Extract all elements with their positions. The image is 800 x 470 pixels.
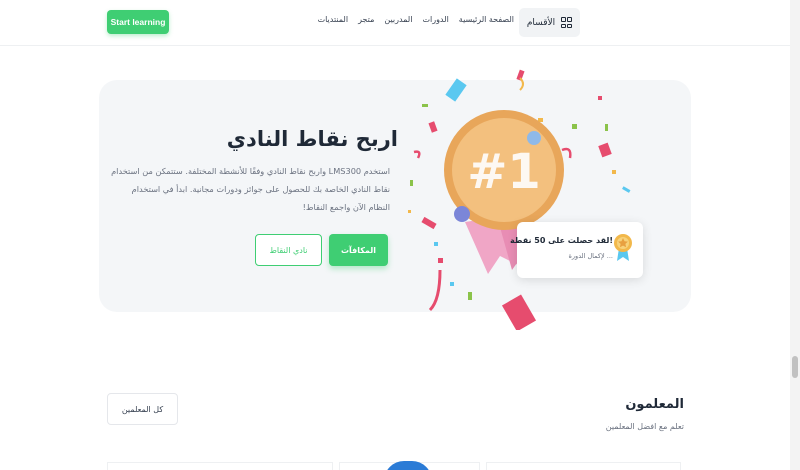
confetti-piece — [598, 96, 602, 100]
confetti-piece — [434, 242, 438, 246]
categories-button[interactable]: الأقسام — [519, 8, 580, 37]
confetti-piece — [422, 104, 428, 107]
confetti-piece — [572, 124, 577, 129]
teachers-title: المعلمون — [625, 397, 684, 412]
nav-courses[interactable]: الدورات — [422, 15, 448, 24]
confetti-piece — [501, 294, 537, 330]
confetti-piece — [605, 124, 608, 131]
nav-instructors[interactable]: المدربين — [384, 15, 412, 24]
confetti-piece — [428, 121, 438, 133]
all-teachers-button[interactable]: كل المعلمين — [107, 393, 178, 425]
confetti-piece — [468, 292, 472, 300]
start-learning-button[interactable]: Start learning — [107, 10, 169, 34]
promo-title: اربح نقاط النادي — [226, 127, 398, 151]
teacher-card[interactable] — [107, 462, 333, 470]
confetti-piece — [519, 77, 524, 91]
trophy-illustration: #1 — [408, 69, 631, 330]
page: Start learning الصفحة الرئيسية الدورات ا… — [0, 0, 800, 470]
confetti-piece — [428, 269, 442, 312]
medal-icon — [614, 234, 632, 261]
confetti-piece — [612, 170, 616, 174]
toast-title: لقد حصلت على 50 نقطة! — [510, 236, 613, 245]
toast-subtitle: لإكمال الدورة ... — [568, 252, 613, 260]
confetti-piece — [598, 142, 612, 158]
confetti-piece — [561, 147, 572, 159]
confetti-piece — [622, 186, 631, 193]
confetti-piece — [421, 216, 437, 230]
confetti-piece — [445, 78, 467, 102]
confetti-piece — [450, 282, 454, 286]
balloon — [454, 206, 470, 222]
teachers-subtitle: تعلم مع افضل المعلمين — [605, 422, 684, 431]
points-club-button[interactable]: نادي النقاط — [255, 234, 322, 266]
confetti-piece — [408, 210, 411, 213]
scrollbar-thumb[interactable] — [792, 356, 798, 378]
scrollbar[interactable] — [790, 0, 800, 470]
main-nav: الصفحة الرئيسية الدورات المدربين متجر ال… — [318, 15, 514, 24]
rewards-button[interactable]: المكافآت — [329, 234, 388, 266]
confetti-piece — [410, 180, 413, 186]
nav-forums[interactable]: المنتديات — [318, 15, 349, 24]
balloon — [527, 131, 541, 145]
medal-rank-text: #1 — [467, 144, 541, 200]
top-header: Start learning الصفحة الرئيسية الدورات ا… — [0, 0, 790, 46]
teacher-card[interactable] — [486, 462, 681, 470]
promo-description: استخدم LMS300 واربح نقاط النادي وفقًا لل… — [111, 166, 390, 212]
categories-label: الأقسام — [526, 17, 556, 28]
confetti-piece — [413, 150, 421, 159]
grid-icon — [561, 17, 572, 28]
nav-store[interactable]: متجر — [358, 15, 374, 24]
confetti-piece — [438, 258, 443, 263]
points-toast: لقد حصلت على 50 نقطة! لإكمال الدورة ... — [510, 222, 643, 278]
nav-home[interactable]: الصفحة الرئيسية — [459, 15, 514, 24]
